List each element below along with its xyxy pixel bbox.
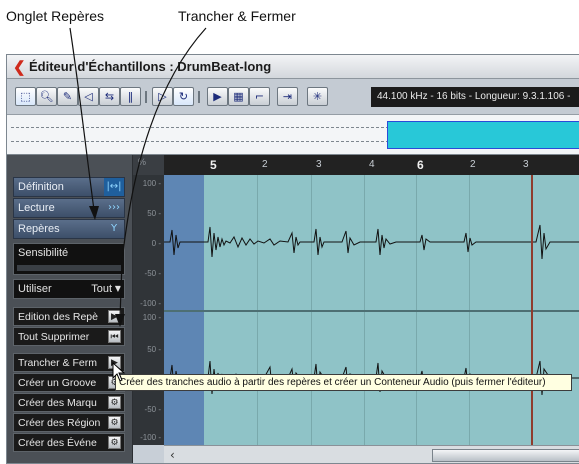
callout-trancher-fermer: Trancher & Fermer <box>178 8 296 24</box>
button-label: Créer des Marqu <box>18 397 97 409</box>
sample-info-display: 44.100 kHz - 16 bits - Longueur: 9.3.1.1… <box>371 87 579 107</box>
gear-icon: ⚙ <box>108 396 121 409</box>
amplitude-scale: 100 - 50 - 0 - -50 - -100 - 100 - 50 - 0… <box>133 175 164 445</box>
scale-label: -100 - <box>140 299 161 308</box>
title-bar: ❮ Éditeur d'Échantillons : DrumBeat-long <box>7 55 579 79</box>
scroll-left-arrow-icon[interactable]: ‹ <box>170 448 175 462</box>
zoom-tool-icon[interactable]: 🔍︎ <box>36 87 57 106</box>
range-select-tool-icon[interactable]: ⬚ <box>15 87 36 106</box>
play-triangle-icon: ▶ <box>108 310 121 323</box>
ruler-tick-label: 6 <box>417 158 424 172</box>
sample-editor-window: ❮ Éditeur d'Échantillons : DrumBeat-long… <box>6 54 579 464</box>
use-selector[interactable]: Utiliser Tout ▼ <box>13 279 125 299</box>
channel-divider <box>164 310 579 312</box>
ruler-tick-label: 2 <box>470 159 476 170</box>
tab-definition[interactable]: Définition |↔| <box>13 177 125 197</box>
time-ruler[interactable]: % 5 2 3 4 6 2 3 <box>133 155 579 175</box>
inspector-panel: Définition |↔| Lecture ››› Repères Y Sen… <box>7 155 133 463</box>
create-groove-button[interactable]: Créer un Groove ⚙ <box>13 373 125 392</box>
scale-label: -100 - <box>140 433 161 442</box>
sensitivity-label: Sensibilité <box>18 247 69 259</box>
window-title: Éditeur d'Échantillons : DrumBeat-long <box>29 59 272 74</box>
scrollbar-thumb[interactable] <box>432 449 579 462</box>
ruler-tick-label: 5 <box>210 158 217 172</box>
scale-label: -50 - <box>144 405 161 414</box>
tooltip: Créer des tranches audio à partir des re… <box>115 374 572 391</box>
pencil-tool-icon[interactable]: ✎ <box>57 87 78 106</box>
callout-onglet-reperes: Onglet Repères <box>6 8 105 24</box>
speaker-tool-icon[interactable]: ◁ <box>78 87 99 106</box>
scale-label: 50 - <box>147 345 161 354</box>
marker-icon: Y <box>110 223 118 234</box>
edit-hitpoints-button[interactable]: Edition des Repè ▶ <box>13 307 125 326</box>
button-label: Créer un Groove <box>18 377 97 389</box>
project-cursor[interactable] <box>531 175 533 445</box>
create-events-button[interactable]: Créer des Événe ⚙ <box>13 433 125 452</box>
snap-bracket-icon[interactable]: ⌐ <box>249 87 270 106</box>
create-markers-button[interactable]: Créer des Marqu ⚙ <box>13 393 125 412</box>
sensitivity-slider[interactable] <box>17 265 121 271</box>
ruler-tick-label: 3 <box>523 159 529 170</box>
toolbar: ⬚ 🔍︎ ✎ ◁ ⇆ ‖ ▷ ↻ ▶ ▦ ⌐ ⇥ ✳ 44.100 kHz - … <box>7 79 579 115</box>
waveform-left-channel <box>164 224 579 260</box>
scale-label: 50 - <box>147 209 161 218</box>
sensitivity-control[interactable]: Sensibilité <box>13 243 125 275</box>
scale-label: 100 - <box>142 179 161 188</box>
bracket-arrows-icon: |↔| <box>104 178 124 196</box>
use-value: Tout <box>91 283 112 295</box>
toolbar-separator <box>145 91 147 103</box>
autoscroll-icon[interactable]: ⇥ <box>277 87 298 106</box>
play-tool-icon[interactable]: ▷ <box>152 87 173 106</box>
tab-reperes[interactable]: Repères Y <box>13 219 125 239</box>
button-label: Trancher & Ferm <box>18 357 97 369</box>
button-label: Edition des Repè <box>18 311 98 323</box>
scale-label: 100 - <box>142 313 161 322</box>
hitpoint-tool-icon[interactable]: ‖ <box>120 87 141 106</box>
tab-label: Définition <box>18 181 64 193</box>
gear-icon: ⚙ <box>108 436 121 449</box>
tab-label: Lecture <box>18 202 55 214</box>
ruler-tick-label: 3 <box>316 159 322 170</box>
use-label: Utiliser <box>18 283 52 295</box>
skip-back-icon: ⏮ <box>108 330 121 343</box>
mouse-pointer-icon <box>112 362 126 382</box>
chevron-down-icon: ▼ <box>114 284 121 293</box>
slice-and-close-button[interactable]: Trancher & Ferm ▶ <box>13 353 125 372</box>
button-label: Créer des Région <box>18 417 101 429</box>
scrub-tool-icon[interactable]: ⇆ <box>99 87 120 106</box>
create-regions-button[interactable]: Créer des Région ⚙ <box>13 413 125 432</box>
ruler-corner-percent: % <box>133 155 164 175</box>
waveform-display[interactable] <box>164 175 579 445</box>
snap-grid-icon[interactable]: ▦ <box>228 87 249 106</box>
gear-icon: ⚙ <box>108 416 121 429</box>
snap-start-icon[interactable]: ▶ <box>207 87 228 106</box>
overview-line[interactable] <box>7 115 579 155</box>
ruler-tick-label: 4 <box>369 159 375 170</box>
loop-tool-icon[interactable]: ↻ <box>173 87 194 106</box>
ruler-tick-label: 2 <box>262 159 268 170</box>
toolbar-separator <box>198 91 200 103</box>
scale-label: 0 - <box>151 239 161 248</box>
hitpoint-snap-icon[interactable]: ✳ <box>307 87 328 106</box>
tab-lecture[interactable]: Lecture ››› <box>13 198 125 218</box>
scale-label: -50 - <box>144 269 161 278</box>
horizontal-scrollbar[interactable]: ‹ <box>164 445 579 463</box>
cubase-logo-icon: ❮ <box>13 59 26 76</box>
button-label: Tout Supprimer <box>18 331 90 343</box>
button-label: Créer des Événe <box>18 437 97 449</box>
delete-all-button[interactable]: Tout Supprimer ⏮ <box>13 327 125 346</box>
tab-label: Repères <box>18 223 60 235</box>
overview-view-range[interactable] <box>387 121 579 149</box>
forward-arrows-icon: ››› <box>108 202 120 213</box>
